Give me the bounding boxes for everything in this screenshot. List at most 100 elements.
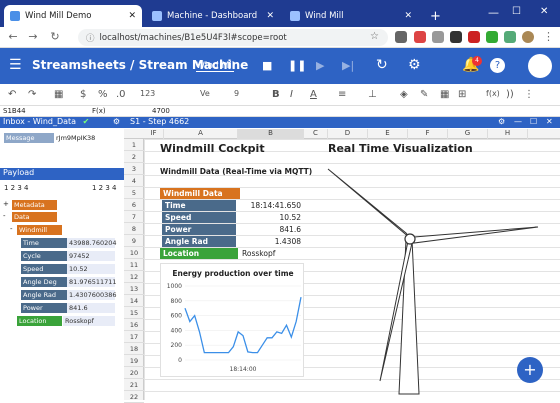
menu-icon[interactable]: ☰ (9, 57, 22, 73)
more-icon[interactable]: ⋮ (524, 89, 534, 100)
align-icon[interactable]: ≡ (338, 89, 346, 100)
row-header[interactable]: 7 (124, 211, 144, 223)
currency-icon[interactable]: $ (80, 89, 86, 100)
undo-icon[interactable]: ↶ (8, 89, 16, 100)
message-item[interactable]: rJm9MpIK38 (56, 133, 120, 143)
extension-icon[interactable] (504, 31, 516, 43)
vertical-align-icon[interactable]: ⊥ (368, 89, 377, 100)
sheet-maximize-icon[interactable]: ☐ (530, 117, 537, 126)
column-header[interactable]: C (304, 129, 328, 139)
borders-icon[interactable]: ▦ (440, 89, 449, 100)
row-header[interactable]: 8 (124, 223, 144, 235)
column-header[interactable]: F (408, 129, 448, 139)
sheet-close-icon[interactable]: ✕ (546, 117, 553, 126)
extension-icon[interactable] (395, 31, 407, 43)
expand-icon[interactable]: + (3, 200, 9, 208)
text-color-icon[interactable]: A (310, 89, 317, 100)
format-paint-icon[interactable]: ▦ (54, 89, 63, 100)
location-value[interactable]: Rosskopf (242, 248, 275, 259)
row-header[interactable]: 2 (124, 151, 144, 163)
stream-icon[interactable]: )) (506, 89, 514, 100)
extension-icon[interactable] (450, 31, 462, 43)
cell-reference[interactable]: S1B44 (3, 107, 26, 115)
collapse-icon[interactable]: - (10, 225, 13, 233)
extension-icon[interactable] (432, 31, 444, 43)
step-icon[interactable]: ▶| (342, 59, 354, 72)
stop-icon[interactable]: ■ (262, 59, 272, 72)
row-header[interactable]: 9 (124, 235, 144, 247)
play-icon[interactable]: ▶ (316, 59, 324, 72)
redo-icon[interactable]: ↷ (28, 89, 36, 100)
tab-wind-mill[interactable]: Wind Mill ✕ (284, 5, 418, 27)
sheet-settings-icon[interactable]: ⚙ (498, 117, 505, 126)
row-header[interactable]: 20 (124, 367, 144, 379)
row-header[interactable]: 18 (124, 343, 144, 355)
row-header[interactable]: 3 (124, 163, 144, 175)
row-header[interactable]: 22 (124, 391, 144, 403)
inbox-settings-icon[interactable]: ⚙ (113, 117, 120, 126)
formula-input[interactable]: 4700 (152, 107, 170, 115)
forward-icon[interactable]: → (24, 30, 42, 43)
cell-value[interactable]: 18:14:41.650 (240, 200, 304, 211)
italic-icon[interactable]: I (290, 89, 293, 100)
profile-avatar[interactable] (522, 31, 534, 43)
url-field[interactable]: ⓘ localhost/machines/B1e5U4F3l#scope=roo… (78, 29, 388, 46)
collapse-icon[interactable]: - (3, 212, 6, 220)
row-header[interactable]: 6 (124, 199, 144, 211)
row-header[interactable]: 17 (124, 331, 144, 343)
row-header[interactable]: 13 (124, 283, 144, 295)
pager-left[interactable]: 1 2 3 4 (4, 184, 29, 192)
close-window-icon[interactable]: ✕ (540, 6, 548, 17)
pager-right[interactable]: 1 2 3 4 (92, 184, 117, 192)
row-header[interactable]: 5 (124, 187, 144, 199)
number-format-dropdown[interactable]: 123 (140, 89, 155, 98)
cell-value[interactable]: 10.52 (240, 212, 304, 223)
pause-icon[interactable]: ❚❚ (288, 59, 306, 72)
windmill-data-node[interactable]: Windmill Data (17, 225, 62, 244)
extension-icon[interactable] (486, 31, 498, 43)
column-header[interactable]: B (238, 129, 304, 139)
grid-icon[interactable]: ⊞ (458, 89, 466, 100)
tab-wind-mill-demo[interactable]: Wind Mill Demo ✕ (4, 5, 142, 27)
machine-name-field[interactable]: Wind Mil (196, 61, 235, 72)
column-header[interactable]: IF (144, 129, 164, 139)
new-tab-button[interactable]: + (424, 5, 441, 27)
font-size-dropdown[interactable]: 9 (234, 89, 239, 98)
row-header[interactable]: 11 (124, 259, 144, 271)
pdf-extension-icon[interactable] (414, 31, 426, 43)
more-options-icon[interactable]: ⋮ (543, 30, 554, 43)
fill-color-icon[interactable]: ◈ (400, 89, 408, 100)
bold-icon[interactable]: B (272, 89, 280, 100)
metadata-node[interactable]: Metadata (12, 200, 57, 210)
row-header[interactable]: 16 (124, 319, 144, 331)
bookmark-star-icon[interactable]: ☆ (370, 31, 379, 42)
refresh-icon[interactable]: ↻ (376, 57, 388, 73)
settings-gear-icon[interactable]: ⚙ (408, 57, 421, 73)
decimal-icon[interactable]: .0 (116, 89, 126, 100)
column-header[interactable]: H (488, 129, 528, 139)
data-node[interactable]: Data (12, 212, 57, 222)
row-header[interactable]: 15 (124, 307, 144, 319)
reload-icon[interactable]: ↻ (46, 30, 64, 43)
row-header[interactable]: 10 (124, 247, 144, 259)
pen-icon[interactable]: ✎ (420, 89, 428, 100)
extension-icon[interactable] (468, 31, 480, 43)
font-family-dropdown[interactable]: Ve (200, 89, 210, 98)
function-icon[interactable]: f(x) (486, 89, 500, 98)
cell-value[interactable]: 841.6 (240, 224, 304, 235)
tab-machine-dashboard[interactable]: Machine - Dashboard ✕ (146, 5, 280, 27)
row-header[interactable]: 4 (124, 175, 144, 187)
row-header[interactable]: 1 (124, 139, 144, 151)
maximize-icon[interactable]: ☐ (512, 6, 521, 17)
column-header[interactable]: A (164, 129, 238, 139)
minimize-icon[interactable]: — (488, 6, 499, 19)
row-header[interactable]: 19 (124, 355, 144, 367)
close-tab-icon[interactable]: ✕ (404, 11, 412, 21)
sheet-minimize-icon[interactable]: — (514, 117, 522, 126)
help-icon[interactable]: ? (490, 58, 505, 73)
close-tab-icon[interactable]: ✕ (128, 11, 136, 21)
row-header[interactable]: 12 (124, 271, 144, 283)
close-tab-icon[interactable]: ✕ (266, 11, 274, 21)
column-header[interactable]: G (448, 129, 488, 139)
column-header[interactable]: E (368, 129, 408, 139)
